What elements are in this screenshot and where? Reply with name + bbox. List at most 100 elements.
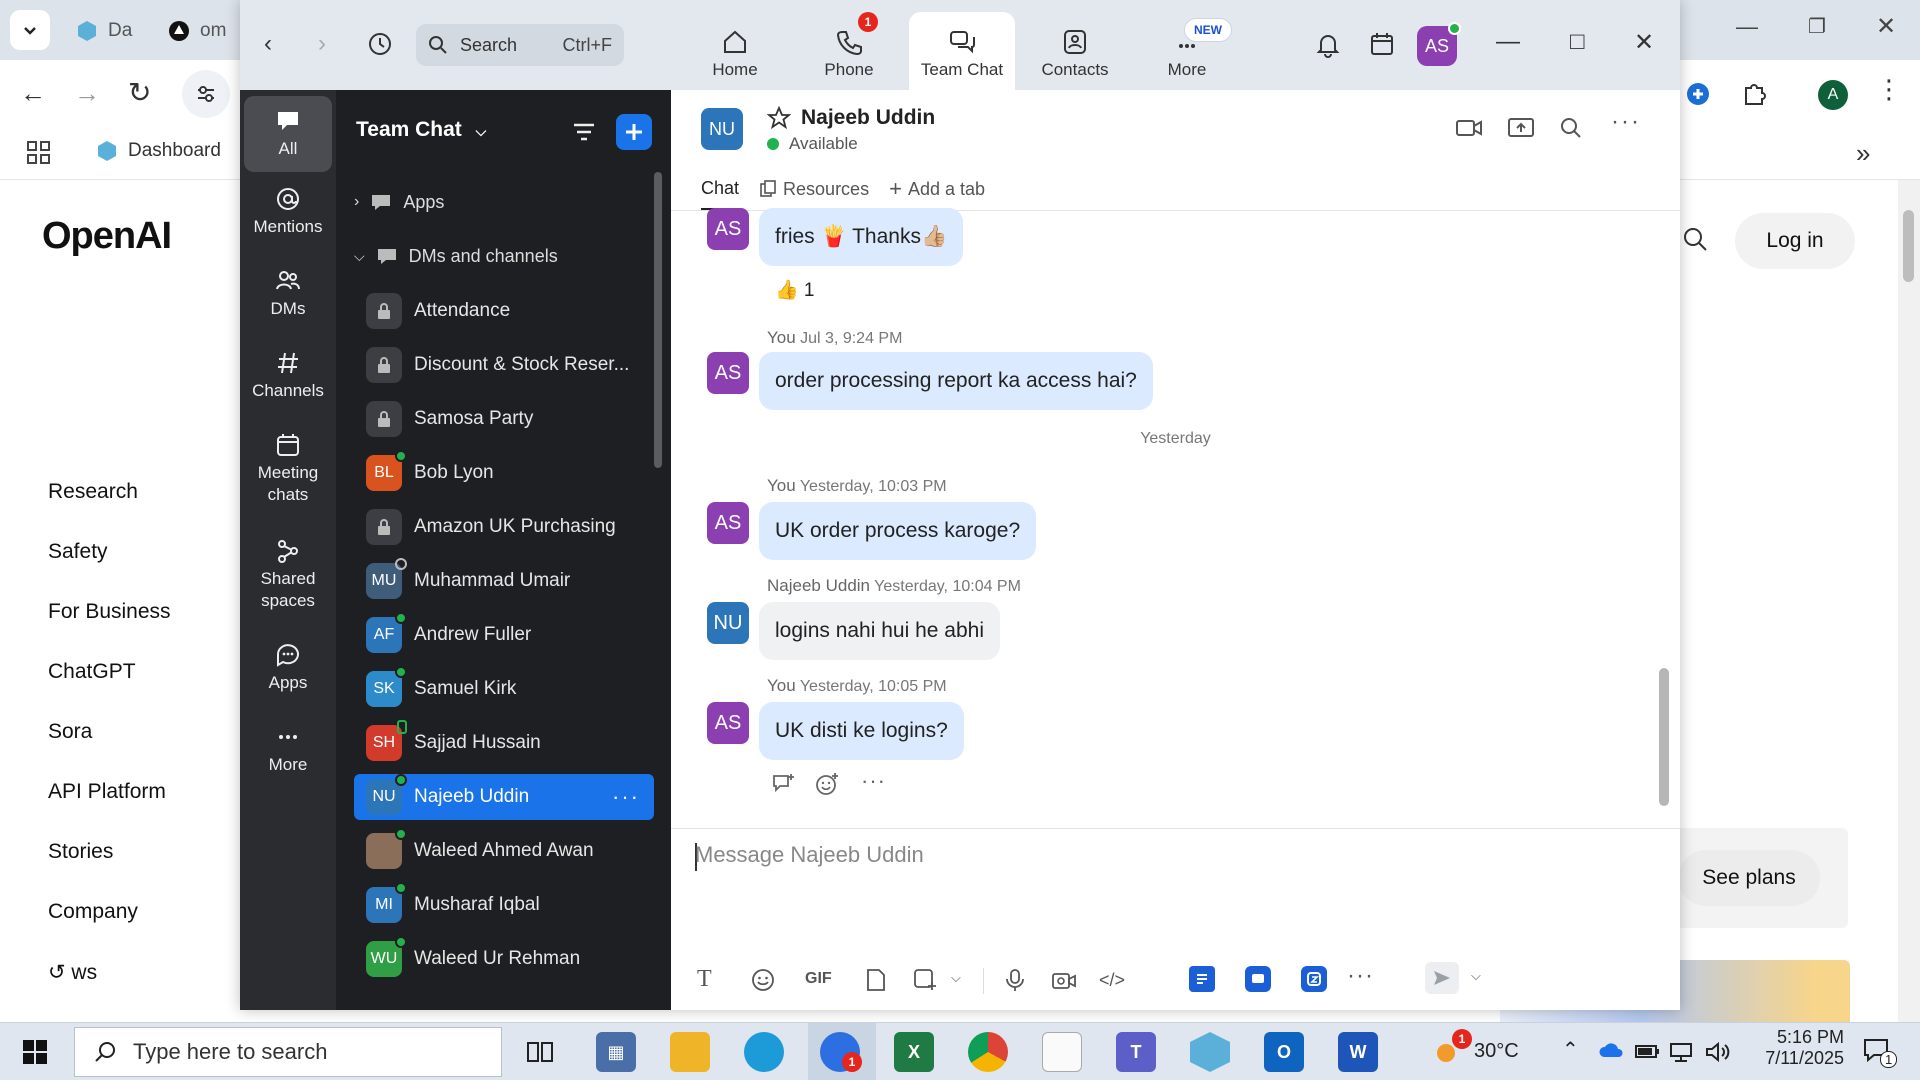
calendar-icon[interactable]	[1368, 30, 1396, 58]
search-icon[interactable]	[1682, 226, 1708, 252]
menu-kebab-icon[interactable]: ⋮	[1876, 74, 1902, 105]
message-bubble[interactable]: logins nahi hui he abhi	[759, 602, 1000, 660]
star-icon[interactable]	[767, 106, 791, 130]
send-options-chevron-icon[interactable]: ⌵	[1471, 968, 1481, 984]
back-icon[interactable]: ‹	[264, 30, 272, 58]
restore-icon[interactable]: ❐	[1808, 14, 1826, 39]
bell-icon[interactable]	[1314, 30, 1342, 58]
code-icon[interactable]: </>	[1099, 970, 1125, 991]
nav-research[interactable]: Research	[48, 480, 138, 504]
reload-icon[interactable]: ↻	[128, 76, 151, 109]
screenshot-icon[interactable]	[913, 968, 937, 992]
chat-scrollbar[interactable]	[1659, 668, 1669, 806]
whiteboard-app-icon[interactable]	[1245, 966, 1271, 992]
file-explorer-icon[interactable]	[670, 1032, 710, 1072]
nav-company[interactable]: Company	[48, 900, 138, 924]
rail-shared-spaces[interactable]: Shared spaces	[244, 538, 332, 612]
forward-icon[interactable]: →	[74, 78, 100, 109]
channel-item[interactable]: Discount & Stock Reser...	[354, 342, 654, 388]
battery-icon[interactable]	[1634, 1041, 1660, 1061]
notepad-app-icon[interactable]	[1042, 1032, 1082, 1072]
emoji-icon[interactable]	[751, 968, 775, 992]
rail-more[interactable]: More	[244, 724, 332, 776]
calculator-app-icon[interactable]: ▦	[596, 1032, 636, 1072]
channel-item[interactable]: SH Sajjad Hussain	[354, 720, 654, 766]
video-message-icon[interactable]	[1051, 970, 1077, 992]
history-icon[interactable]	[366, 30, 394, 58]
microphone-icon[interactable]	[1005, 968, 1025, 992]
volume-icon[interactable]	[1704, 1041, 1730, 1063]
search-icon[interactable]	[1559, 116, 1583, 140]
minimize-icon[interactable]: —	[1496, 28, 1520, 56]
section-apps[interactable]: › Apps	[354, 190, 444, 214]
video-icon[interactable]	[1455, 116, 1483, 140]
more-tools-icon[interactable]: ···	[1347, 962, 1374, 990]
chrome-app-icon[interactable]	[968, 1032, 1008, 1072]
excel-app-icon[interactable]: X	[894, 1032, 934, 1072]
apps-grid-icon[interactable]	[26, 140, 52, 166]
rail-meeting-chats[interactable]: Meeting chats	[244, 432, 332, 506]
message-more-icon[interactable]: ···	[861, 768, 886, 794]
browser-tab[interactable]: Da	[66, 12, 142, 50]
minimize-icon[interactable]: —	[1736, 14, 1758, 40]
contact-avatar[interactable]: NU	[701, 108, 743, 150]
channel-item[interactable]: Waleed Ahmed Awan	[354, 828, 654, 874]
nav-for-business[interactable]: For Business	[48, 600, 171, 624]
send-button[interactable]	[1425, 962, 1459, 994]
tab-contacts[interactable]: Contacts	[1022, 12, 1128, 90]
message-bubble[interactable]: fries 🍟 Thanks👍🏼	[759, 208, 964, 266]
rail-channels[interactable]: Channels	[244, 350, 332, 402]
contact-name[interactable]: Najeeb Uddin	[801, 106, 935, 130]
maximize-icon[interactable]: □	[1570, 28, 1585, 56]
channel-item[interactable]: Attendance	[354, 288, 654, 334]
reply-icon[interactable]	[771, 772, 795, 796]
channel-item[interactable]: AF Andrew Fuller	[354, 612, 654, 658]
tab-phone[interactable]: Phone 1	[796, 12, 902, 90]
reaction[interactable]: 👍 1	[775, 278, 815, 302]
channel-item[interactable]: MI Musharaf Iqbal	[354, 882, 654, 928]
windows-start-icon[interactable]	[22, 1039, 48, 1065]
close-icon[interactable]: ✕	[1634, 28, 1654, 57]
message-bubble[interactable]: UK order process karoge?	[759, 502, 1037, 560]
rail-dms[interactable]: DMs	[244, 268, 332, 320]
docs-app-icon-blue[interactable]	[1189, 966, 1215, 992]
browser-scrollbar[interactable]	[1898, 180, 1920, 1022]
rail-mentions[interactable]: Mentions	[244, 186, 332, 238]
message-bubble[interactable]: order processing report ka access hai?	[759, 352, 1153, 410]
message-input[interactable]: Message Najeeb Uddin	[695, 842, 924, 868]
add-reaction-icon[interactable]	[815, 772, 839, 796]
tab-home[interactable]: Home	[682, 12, 788, 90]
teams-app-icon[interactable]: T	[1116, 1032, 1156, 1072]
notification-center[interactable]: 1	[1862, 1037, 1898, 1068]
tab-resources[interactable]: Resources	[759, 176, 869, 210]
network-icon[interactable]	[1668, 1041, 1694, 1063]
clock[interactable]: 5:16 PM 7/11/2025	[1748, 1027, 1844, 1069]
file-icon[interactable]	[865, 968, 887, 992]
rail-all[interactable]: All	[244, 96, 332, 172]
user-avatar[interactable]: AS	[1417, 22, 1461, 66]
zoom-search[interactable]: Search Ctrl+F	[416, 24, 624, 66]
task-view-icon[interactable]	[526, 1039, 554, 1065]
openai-logo[interactable]: OpenAI	[42, 215, 172, 258]
tab-more[interactable]: More NEW	[1134, 12, 1240, 90]
avatar[interactable]: AS	[707, 208, 749, 250]
close-icon[interactable]: ✕	[1876, 12, 1896, 41]
more-bookmarks-icon[interactable]: »	[1856, 138, 1870, 169]
more-options-icon[interactable]: ···	[1611, 108, 1641, 136]
channel-item[interactable]: MU Muhammad Umair	[354, 558, 654, 604]
onedrive-icon[interactable]	[1598, 1041, 1624, 1061]
team-chat-dropdown[interactable]: Team Chat ⌵	[356, 118, 486, 142]
login-button[interactable]: Log in	[1735, 213, 1855, 269]
outlook-app-icon[interactable]: O	[1264, 1032, 1304, 1072]
profile-avatar[interactable]: A	[1818, 80, 1848, 110]
forward-icon[interactable]: ›	[318, 30, 326, 58]
channel-item[interactable]: Amazon UK Purchasing	[354, 504, 654, 550]
word-app-icon[interactable]: W	[1338, 1032, 1378, 1072]
see-plans-button[interactable]: See plans	[1678, 850, 1820, 906]
new-chat-button[interactable]	[616, 114, 652, 150]
gif-icon[interactable]: GIF	[805, 970, 832, 988]
channel-item[interactable]: WU Waleed Ur Rehman	[354, 936, 654, 982]
channel-item[interactable]: Samosa Party	[354, 396, 654, 442]
channel-item[interactable]: BL Bob Lyon	[354, 450, 654, 496]
tab-list-button[interactable]	[10, 10, 50, 50]
